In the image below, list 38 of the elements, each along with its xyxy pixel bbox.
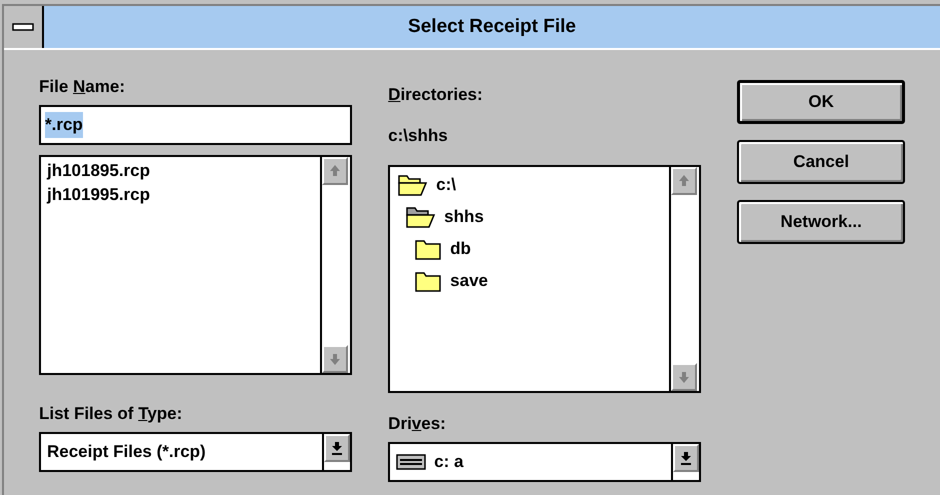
down-arrow-icon <box>678 370 690 384</box>
directory-item[interactable]: db <box>450 236 471 262</box>
current-path: c:\shhs <box>388 125 448 147</box>
file-name-label: File Name: <box>39 78 125 95</box>
directory-item[interactable]: c:\ <box>436 172 456 198</box>
directory-item[interactable]: save <box>450 268 488 294</box>
down-arrow-icon <box>331 441 344 455</box>
scroll-down-button[interactable] <box>671 362 698 390</box>
dialog-button[interactable]: Network... <box>737 200 906 244</box>
dialog-button[interactable]: Cancel <box>737 140 906 184</box>
window-title: Select Receipt File <box>408 14 576 39</box>
dropdown-button[interactable] <box>673 444 700 472</box>
file-item[interactable]: jh101995.rcp <box>47 183 150 207</box>
up-arrow-icon <box>678 174 690 188</box>
file-item[interactable]: jh101895.rcp <box>47 159 150 183</box>
system-menu-button[interactable] <box>4 6 44 48</box>
scroll-up-button[interactable] <box>671 166 698 194</box>
down-arrow-icon <box>680 450 692 464</box>
drive-icon <box>396 454 426 470</box>
down-arrow-icon <box>329 352 342 366</box>
scrollbar[interactable] <box>320 157 350 373</box>
directories-label: Directories: <box>388 86 484 103</box>
up-arrow-icon <box>329 164 342 178</box>
combo-value: Receipt Files (*.rcp) <box>47 441 206 464</box>
file-type-label: List Files of Type: <box>39 405 184 422</box>
field-value: *.rcp <box>45 112 83 138</box>
dropdown-button[interactable] <box>324 434 350 462</box>
file-name-field[interactable]: *.rcp <box>39 105 352 145</box>
drives-dropdown[interactable]: c: a <box>388 442 702 482</box>
scroll-down-button[interactable] <box>322 345 348 373</box>
directory-item[interactable]: shhs <box>444 204 484 230</box>
scroll-up-button[interactable] <box>322 157 348 185</box>
minus-icon <box>12 23 34 31</box>
dialog-button[interactable]: OK <box>737 80 906 124</box>
drives-label: Drives: <box>388 414 447 432</box>
scrollbar[interactable] <box>669 166 700 390</box>
file-type-dropdown[interactable]: Receipt Files (*.rcp) <box>39 432 352 472</box>
combo-value: c: a <box>434 450 464 473</box>
